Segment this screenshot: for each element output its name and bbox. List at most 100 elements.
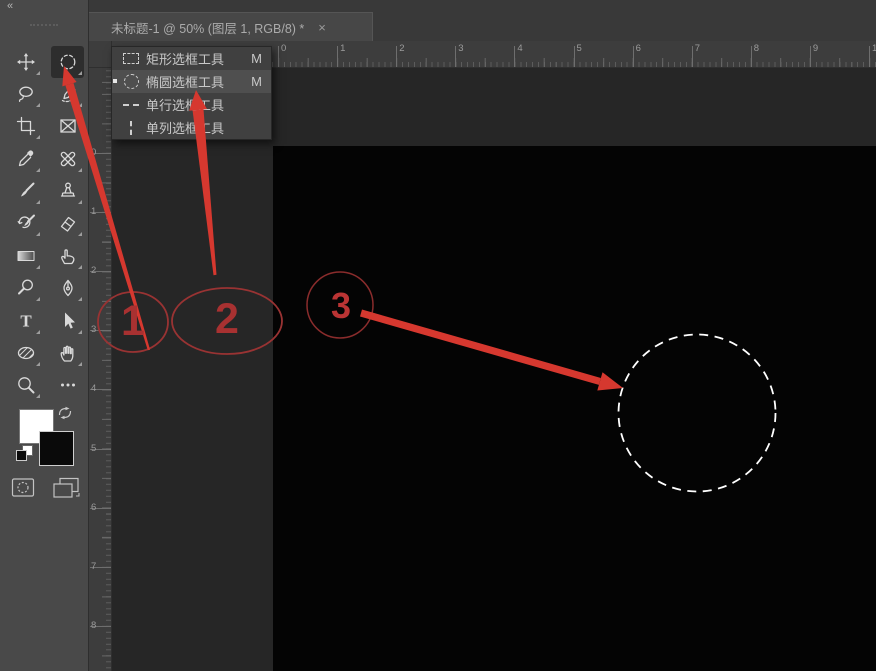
- h-ruler-number: 3: [458, 43, 463, 54]
- eyedropper-tool[interactable]: [9, 143, 42, 175]
- history-brush-tool[interactable]: [9, 207, 42, 239]
- swap-colors-button[interactable]: [57, 405, 73, 421]
- screen-mode-button[interactable]: [51, 477, 81, 499]
- brush-icon: [15, 180, 37, 202]
- toolbar-collapse-icon[interactable]: «: [7, 1, 13, 12]
- healing-brush-tool[interactable]: [51, 143, 84, 175]
- gradient-tool[interactable]: [9, 240, 42, 272]
- single-column-marquee-icon: [120, 119, 142, 137]
- default-colors-button[interactable]: [14, 445, 34, 463]
- tools-panel: «: [0, 0, 89, 671]
- type-icon: T: [15, 310, 37, 332]
- vertical-ruler[interactable]: 012345678: [88, 68, 112, 671]
- svg-text:T: T: [20, 312, 32, 331]
- document-canvas[interactable]: [273, 146, 876, 671]
- v-ruler-number: 8: [91, 620, 96, 631]
- h-ruler-number: 5: [577, 43, 582, 54]
- h-ruler-number: 8: [754, 43, 759, 54]
- ruler-origin-corner[interactable]: [88, 41, 112, 68]
- h-ruler-number: 2: [399, 43, 404, 54]
- h-ruler-number: 4: [517, 43, 522, 54]
- h-ruler-number: 10: [872, 43, 876, 54]
- toolbar-grip[interactable]: [30, 24, 58, 26]
- h-ruler-number: 7: [695, 43, 700, 54]
- hand-icon: [57, 342, 79, 364]
- smudge-tool[interactable]: [51, 240, 84, 272]
- menu-item-single-row-marquee[interactable]: 单行选框工具: [112, 93, 271, 116]
- h-ruler-major-tick: [633, 46, 634, 67]
- v-ruler-number: 4: [91, 383, 96, 394]
- zoom-tool[interactable]: [9, 369, 42, 401]
- h-ruler-major-tick: [810, 46, 811, 67]
- crop-icon: [15, 115, 37, 137]
- eraser-tool[interactable]: [51, 207, 84, 239]
- clone-stamp-icon: [57, 180, 79, 202]
- frame-icon: [57, 115, 79, 137]
- h-ruler-major-tick: [396, 46, 397, 67]
- hand-tool[interactable]: [51, 337, 84, 369]
- quick-mask-button[interactable]: [11, 477, 35, 499]
- menu-item-label: 矩形选框工具: [146, 49, 224, 68]
- document-tab-bar: 未标题-1 @ 50% (图层 1, RGB/8) * ×: [88, 0, 876, 41]
- frame-tool[interactable]: [51, 110, 84, 142]
- background-color-swatch[interactable]: [39, 431, 74, 466]
- history-brush-icon: [15, 212, 37, 234]
- quick-selection-icon: [57, 83, 79, 105]
- h-ruler-number: 9: [813, 43, 818, 54]
- v-ruler-number: 7: [91, 561, 96, 572]
- h-ruler-major-tick: [869, 46, 870, 67]
- zoom-icon: [15, 374, 37, 396]
- dodge-icon: [15, 277, 37, 299]
- v-ruler-number: 1: [91, 206, 96, 217]
- type-tool[interactable]: T: [9, 305, 42, 337]
- h-ruler-major-tick: [692, 46, 693, 67]
- elliptical-marquee-tool[interactable]: [51, 46, 84, 78]
- eraser-icon: [57, 212, 79, 234]
- quick-selection-tool[interactable]: [51, 78, 84, 110]
- crop-tool[interactable]: [9, 110, 42, 142]
- v-ruler-number: 0: [91, 147, 96, 158]
- tab-close-icon[interactable]: ×: [318, 20, 326, 35]
- h-ruler-major-tick: [574, 46, 575, 67]
- move-tool[interactable]: [9, 46, 42, 78]
- h-ruler-number: 1: [340, 43, 345, 54]
- lasso-tool[interactable]: [9, 78, 42, 110]
- menu-item-shortcut: M: [251, 74, 262, 89]
- path-selection-tool[interactable]: [51, 305, 84, 337]
- menu-item-rectangular-marquee[interactable]: 矩形选框工具 M: [112, 47, 271, 70]
- menu-item-label: 单列选框工具: [146, 118, 224, 137]
- path-selection-icon: [57, 310, 79, 332]
- current-tool-marker: [113, 79, 117, 83]
- menu-item-label: 椭圆选框工具: [146, 72, 224, 91]
- single-row-marquee-icon: [120, 96, 142, 114]
- h-ruler-number: 0: [281, 43, 286, 54]
- pen-icon: [57, 277, 79, 299]
- h-ruler-major-tick: [337, 46, 338, 67]
- menu-item-elliptical-marquee[interactable]: 椭圆选框工具 M: [112, 70, 271, 93]
- lasso-icon: [15, 83, 37, 105]
- ellipsis-icon: [57, 374, 79, 396]
- pen-tool[interactable]: [51, 272, 84, 304]
- ellipse-shape-icon: [15, 342, 37, 364]
- default-foreground-swatch: [16, 450, 27, 461]
- h-ruler-major-tick: [751, 46, 752, 67]
- marquee-tool-flyout-menu: 矩形选框工具 M 椭圆选框工具 M 单行选框工具 单列选框工具: [111, 46, 272, 140]
- v-ruler-number: 2: [91, 265, 96, 276]
- document-tab[interactable]: 未标题-1 @ 50% (图层 1, RGB/8) * ×: [88, 12, 373, 41]
- dodge-tool[interactable]: [9, 272, 42, 304]
- menu-item-label: 单行选框工具: [146, 95, 224, 114]
- ellipse-shape-tool[interactable]: [9, 337, 42, 369]
- v-ruler-number: 5: [91, 443, 96, 454]
- v-ruler-number: 3: [91, 324, 96, 335]
- h-ruler-major-tick: [455, 46, 456, 67]
- h-ruler-major-tick: [278, 46, 279, 67]
- menu-item-shortcut: M: [251, 51, 262, 66]
- edit-toolbar-button[interactable]: [51, 369, 84, 401]
- brush-tool[interactable]: [9, 175, 42, 207]
- healing-brush-icon: [57, 148, 79, 170]
- eyedropper-icon: [15, 148, 37, 170]
- clone-stamp-tool[interactable]: [51, 175, 84, 207]
- elliptical-marquee-icon: [57, 51, 79, 73]
- h-ruler-number: 6: [636, 43, 641, 54]
- menu-item-single-column-marquee[interactable]: 单列选框工具: [112, 116, 271, 139]
